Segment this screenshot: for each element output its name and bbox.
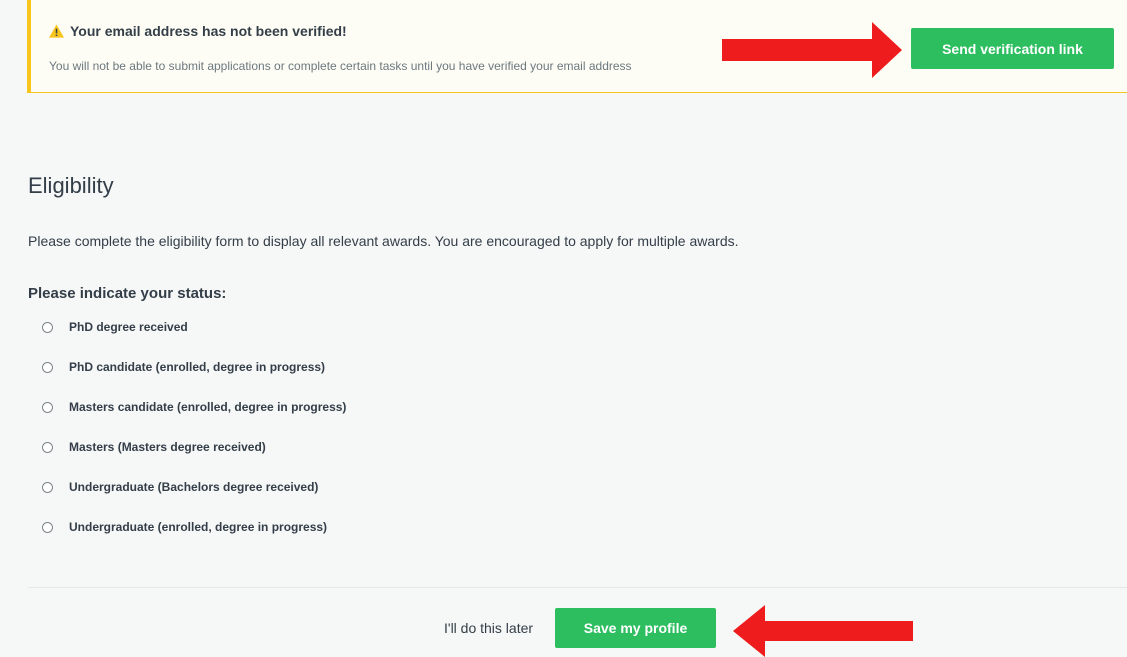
status-options-list: PhD degree received PhD candidate (enrol… bbox=[42, 320, 346, 560]
status-option-undergrad-received[interactable]: Undergraduate (Bachelors degree received… bbox=[42, 480, 346, 520]
radio-button[interactable] bbox=[42, 522, 53, 533]
warning-icon bbox=[49, 24, 64, 38]
alert-title-text: Your email address has not been verified… bbox=[70, 23, 347, 39]
status-option-label: PhD candidate (enrolled, degree in progr… bbox=[69, 360, 326, 374]
alert-message: You will not be able to submit applicati… bbox=[49, 59, 632, 73]
status-option-label: Undergraduate (enrolled, degree in progr… bbox=[69, 520, 328, 534]
send-verification-link-button[interactable]: Send verification link bbox=[911, 28, 1114, 69]
status-option-masters-candidate[interactable]: Masters candidate (enrolled, degree in p… bbox=[42, 400, 346, 440]
status-option-phd-received[interactable]: PhD degree received bbox=[42, 320, 346, 360]
radio-button[interactable] bbox=[42, 322, 53, 333]
radio-button[interactable] bbox=[42, 362, 53, 373]
status-option-undergrad-enrolled[interactable]: Undergraduate (enrolled, degree in progr… bbox=[42, 520, 346, 560]
eligibility-intro: Please complete the eligibility form to … bbox=[28, 233, 739, 249]
status-option-masters-received[interactable]: Masters (Masters degree received) bbox=[42, 440, 346, 480]
save-profile-button[interactable]: Save my profile bbox=[555, 608, 716, 648]
radio-button[interactable] bbox=[42, 482, 53, 493]
status-option-phd-candidate[interactable]: PhD candidate (enrolled, degree in progr… bbox=[42, 360, 346, 400]
status-question-label: Please indicate your status: bbox=[28, 285, 227, 302]
status-option-label: Masters candidate (enrolled, degree in p… bbox=[69, 400, 347, 414]
annotation-arrow-right-icon bbox=[722, 22, 902, 78]
status-option-label: Masters (Masters degree received) bbox=[69, 440, 266, 454]
profile-page: Your email address has not been verified… bbox=[0, 0, 1127, 657]
status-option-label: Undergraduate (Bachelors degree received… bbox=[69, 480, 319, 494]
eligibility-heading: Eligibility bbox=[28, 173, 114, 198]
radio-button[interactable] bbox=[42, 442, 53, 453]
radio-button[interactable] bbox=[42, 402, 53, 413]
alert-title: Your email address has not been verified… bbox=[49, 23, 347, 39]
section-divider bbox=[28, 587, 1127, 588]
status-option-label: PhD degree received bbox=[69, 320, 188, 334]
annotation-arrow-left-icon bbox=[733, 605, 913, 657]
do-this-later-link[interactable]: I'll do this later bbox=[444, 620, 533, 636]
